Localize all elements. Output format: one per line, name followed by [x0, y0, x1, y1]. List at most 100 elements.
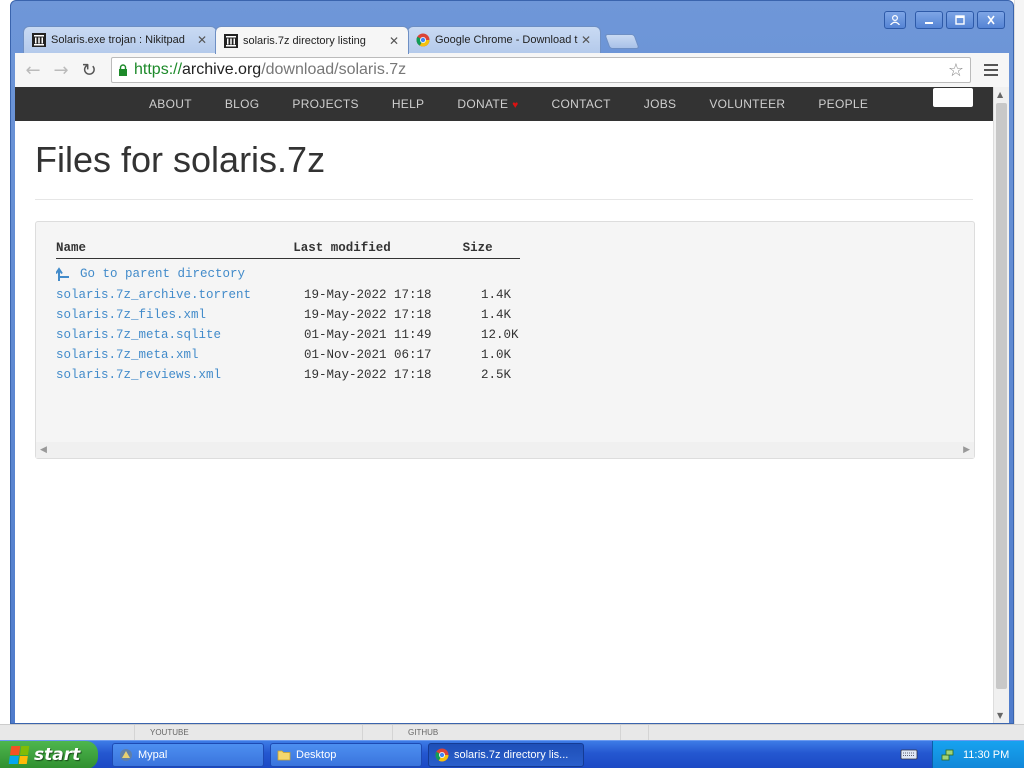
url-protocol: https://: [134, 61, 183, 78]
task-chrome-solaris[interactable]: solaris.7z directory lis...: [428, 743, 584, 767]
nav-about[interactable]: ABOUT: [149, 97, 192, 111]
header-size: Size: [462, 241, 493, 255]
archive-org-favicon-icon: [224, 33, 238, 48]
url-text: https://archive.org/download/solaris.7z: [134, 61, 406, 79]
header-name: Name: [56, 241, 87, 255]
nav-contact[interactable]: CONTACT: [552, 97, 611, 111]
file-modified: 19-May-2022 17:18: [304, 288, 432, 302]
background-label-youtube: YOUTUBE: [150, 728, 189, 737]
table-row: solaris.7z_files.xml 19-May-2022 17:18 1…: [56, 305, 541, 325]
file-link[interactable]: solaris.7z_archive.torrent: [56, 288, 304, 302]
up-arrow-icon: [56, 267, 69, 281]
nav-donate[interactable]: DONATE ♥: [457, 97, 518, 111]
site-top-nav: ABOUT BLOG PROJECTS HELP DONATE ♥ CONTACT…: [15, 87, 993, 121]
nav-jobs[interactable]: JOBS: [644, 97, 677, 111]
restore-icon: [955, 15, 965, 25]
profile-button[interactable]: [884, 11, 906, 29]
nav-donate-label: DONATE: [457, 97, 509, 111]
tab-solaris-exe-trojan[interactable]: Solaris.exe trojan : Nikitpad ✕: [23, 26, 217, 53]
reload-icon: ↻: [81, 59, 97, 81]
close-icon: [987, 15, 995, 25]
file-size: 2.5K: [481, 368, 512, 382]
file-link[interactable]: solaris.7z_files.xml: [56, 308, 304, 322]
restore-button[interactable]: [946, 11, 974, 29]
file-link[interactable]: solaris.7z_meta.sqlite: [56, 328, 304, 342]
folder-icon: [277, 750, 291, 761]
table-row: solaris.7z_meta.xml 01-Nov-2021 06:17 1.…: [56, 345, 541, 365]
close-tab-icon[interactable]: ✕: [196, 33, 208, 47]
nav-blog[interactable]: BLOG: [225, 97, 260, 111]
bookmark-star-icon[interactable]: ☆: [948, 60, 964, 81]
minimize-button[interactable]: [915, 11, 943, 29]
file-modified: 01-May-2021 11:49: [304, 328, 432, 342]
listing-header-row: Name Last modified Size: [56, 238, 520, 259]
nav-people[interactable]: PEOPLE: [818, 97, 868, 111]
scroll-right-icon[interactable]: ▶: [963, 445, 970, 455]
start-button[interactable]: start: [0, 741, 98, 768]
file-modified: 19-May-2022 17:18: [304, 308, 432, 322]
table-row: solaris.7z_reviews.xml 19-May-2022 17:18…: [56, 365, 541, 385]
user-icon: [890, 15, 900, 25]
reload-button[interactable]: ↻: [77, 58, 101, 82]
task-label: solaris.7z directory lis...: [454, 749, 569, 761]
windows-logo-icon: [8, 746, 30, 764]
network-icon[interactable]: [941, 748, 955, 762]
parent-directory-label: Go to parent directory: [80, 267, 246, 281]
title-bar[interactable]: [11, 1, 1013, 29]
address-bar[interactable]: https://archive.org/download/solaris.7z …: [111, 57, 971, 83]
close-tab-icon[interactable]: ✕: [580, 33, 592, 47]
page-title: Files for solaris.7z: [35, 139, 326, 180]
nav-help[interactable]: HELP: [392, 97, 425, 111]
tab-title: Google Chrome - Download t: [435, 34, 578, 46]
close-tab-icon[interactable]: ✕: [388, 34, 400, 48]
mypal-app-icon: [120, 749, 132, 761]
nav-projects[interactable]: PROJECTS: [292, 97, 358, 111]
chrome-menu-button[interactable]: [979, 64, 1003, 76]
google-chrome-favicon-icon: [416, 33, 430, 47]
url-path: /download/solaris.7z: [261, 61, 407, 78]
scroll-left-icon[interactable]: ◀: [40, 445, 47, 455]
task-desktop[interactable]: Desktop: [270, 743, 422, 767]
horizontal-scrollbar[interactable]: ◀ ▶: [36, 442, 974, 458]
close-window-button[interactable]: [977, 11, 1005, 29]
nav-volunteer[interactable]: VOLUNTEER: [709, 97, 785, 111]
background-label-github: GITHUB: [408, 728, 439, 737]
header-last-modified: Last modified: [293, 241, 391, 255]
keyboard-layout-icon[interactable]: [900, 747, 918, 761]
forward-arrow-icon: →: [53, 59, 69, 81]
file-size: 1.4K: [481, 288, 512, 302]
table-row: solaris.7z_archive.torrent 19-May-2022 1…: [56, 285, 541, 305]
scroll-down-icon[interactable]: ▼: [997, 711, 1003, 720]
vertical-scrollbar[interactable]: ▲ ▼: [993, 87, 1009, 723]
start-label: start: [34, 745, 81, 765]
file-modified: 01-Nov-2021 06:17: [304, 348, 432, 362]
scrollbar-thumb[interactable]: [996, 103, 1007, 689]
tab-solaris-directory-listing[interactable]: solaris.7z directory listing ✕: [215, 26, 409, 54]
task-mypal[interactable]: Mypal: [112, 743, 264, 767]
title-divider: [35, 199, 973, 200]
browser-window: Solaris.exe trojan : Nikitpad ✕ solaris.…: [10, 0, 1014, 724]
lock-icon: [119, 64, 127, 76]
system-tray: 11:30 PM: [932, 741, 1024, 768]
site-search-input[interactable]: [933, 88, 973, 107]
scroll-up-icon[interactable]: ▲: [997, 90, 1003, 99]
file-link[interactable]: solaris.7z_reviews.xml: [56, 368, 304, 382]
clock[interactable]: 11:30 PM: [963, 749, 1009, 761]
minimize-icon: [925, 22, 933, 24]
browser-toolbar: ← → ↻ https://archive.org/download/solar…: [15, 53, 1009, 87]
parent-directory-link[interactable]: Go to parent directory: [56, 263, 541, 285]
file-link[interactable]: solaris.7z_meta.xml: [56, 348, 304, 362]
back-button[interactable]: ←: [21, 58, 45, 82]
file-size: 1.0K: [481, 348, 512, 362]
new-tab-button[interactable]: [604, 34, 640, 49]
table-row: solaris.7z_meta.sqlite 01-May-2021 11:49…: [56, 325, 541, 345]
tab-google-chrome-download[interactable]: Google Chrome - Download t ✕: [407, 26, 601, 53]
archive-org-favicon-icon: [32, 33, 46, 47]
tab-title: Solaris.exe trojan : Nikitpad: [51, 34, 185, 46]
directory-listing-panel: Name Last modified Size Go to parent dir…: [35, 221, 975, 459]
background-window-strip: YOUTUBE GITHUB: [0, 724, 1024, 741]
file-size: 1.4K: [481, 308, 512, 322]
file-modified: 19-May-2022 17:18: [304, 368, 432, 382]
forward-button[interactable]: →: [49, 58, 73, 82]
directory-listing-table: Name Last modified Size Go to parent dir…: [56, 238, 541, 385]
